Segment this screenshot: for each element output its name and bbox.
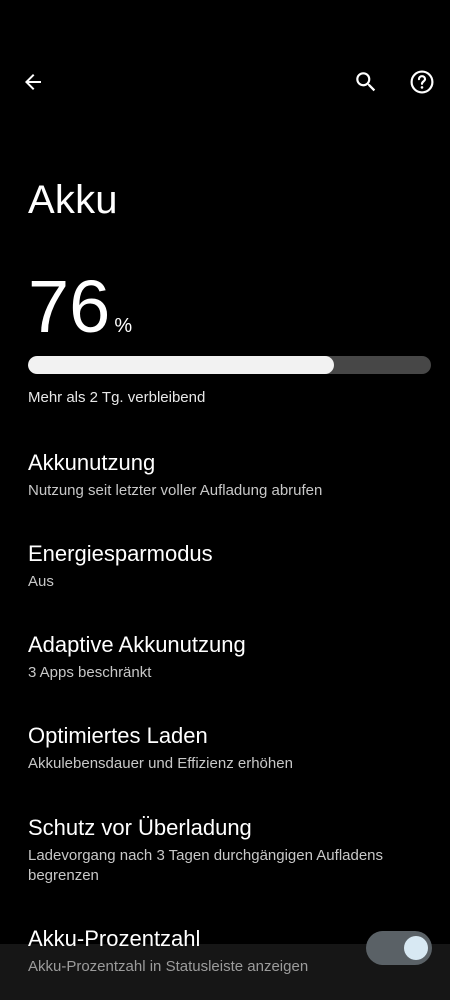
setting-title: Akku-Prozentzahl [28, 926, 201, 951]
help-button[interactable] [396, 56, 448, 108]
battery-remaining-text: Mehr als 2 Tg. verbleibend [28, 389, 206, 406]
setting-subtitle: Ladevorgang nach 3 Tagen durchgängigen A… [28, 846, 384, 884]
setting-item-battery-usage[interactable]: Akkunutzung Nutzung seit letzter voller … [28, 449, 428, 501]
search-button[interactable] [340, 56, 392, 108]
toggle-knob [404, 936, 428, 960]
help-circle-icon [410, 70, 434, 94]
setting-title: Schutz vor Überladung [28, 815, 252, 840]
setting-title: Adaptive Akkunutzung [28, 632, 246, 657]
setting-item-battery-percentage[interactable]: Akku-Prozentzahl Akku-Prozentzahl in Sta… [28, 925, 348, 977]
setting-subtitle: Nutzung seit letzter voller Aufladung ab… [28, 481, 323, 499]
search-icon [356, 72, 376, 92]
setting-item-battery-saver[interactable]: Energiesparmodus Aus [28, 540, 428, 592]
setting-title: Energiesparmodus [28, 541, 213, 566]
setting-item-adaptive-battery[interactable]: Adaptive Akkunutzung 3 Apps beschränkt [28, 631, 428, 683]
battery-percentage-toggle[interactable] [366, 931, 432, 965]
setting-item-overcharge-protection[interactable]: Schutz vor Überladung Ladevorgang nach 3… [28, 814, 428, 886]
battery-level-unit: % [114, 315, 133, 337]
back-button[interactable] [7, 56, 59, 108]
battery-level: 76 % [28, 270, 132, 344]
battery-level-bar [28, 356, 431, 374]
battery-level-value: 76 [28, 265, 111, 348]
top-app-bar [0, 56, 450, 108]
setting-subtitle: Akkulebensdauer und Effizienz erhöhen [28, 754, 293, 772]
setting-subtitle: 3 Apps beschränkt [28, 663, 152, 681]
setting-subtitle: Akku-Prozentzahl in Statusleiste anzeige… [28, 957, 309, 975]
setting-title: Akkunutzung [28, 450, 156, 475]
setting-item-optimized-charging[interactable]: Optimiertes Laden Akkulebensdauer und Ef… [28, 722, 428, 774]
page-title: Akku [28, 178, 118, 222]
setting-subtitle: Aus [28, 572, 54, 590]
setting-title: Optimiertes Laden [28, 723, 208, 748]
arrow-left-icon [25, 74, 41, 90]
battery-level-bar-fill [28, 356, 335, 374]
